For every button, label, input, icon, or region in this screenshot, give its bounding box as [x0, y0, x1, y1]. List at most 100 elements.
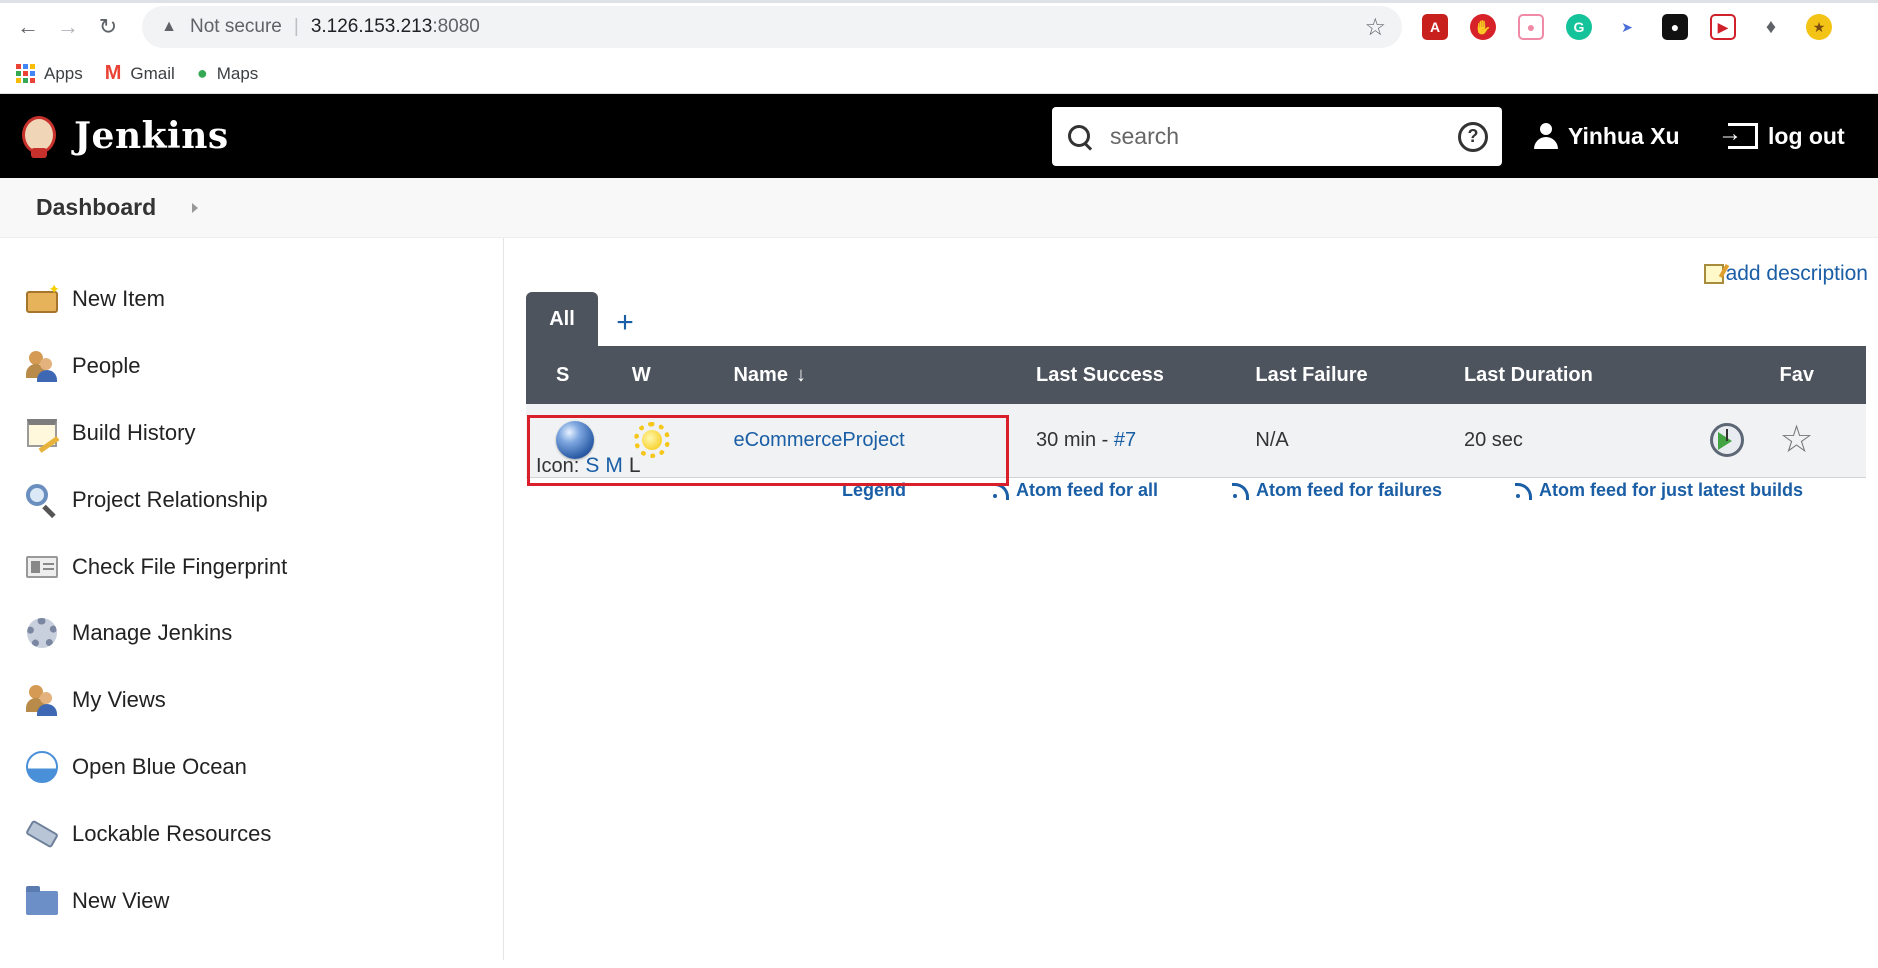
- logout-label: log out: [1768, 122, 1845, 149]
- gear-icon: [24, 615, 60, 651]
- adblock-icon[interactable]: ✋: [1470, 14, 1496, 40]
- user-name: Yinhua Xu: [1568, 122, 1680, 149]
- rss-icon: [992, 482, 1009, 500]
- fav-cell: ☆: [1780, 404, 1867, 477]
- side-panel: ✦ New Item People Build History Project …: [0, 238, 504, 960]
- col-header-name[interactable]: Name ↓: [733, 346, 1036, 404]
- maps-pin-icon: ●: [196, 63, 208, 83]
- fingerprint-card-icon: [24, 549, 60, 585]
- reload-icon[interactable]: ↻: [88, 7, 128, 47]
- profile-avatar-icon[interactable]: ★: [1806, 14, 1832, 40]
- extension-dark-icon[interactable]: ●: [1662, 14, 1688, 40]
- col-header-last-success[interactable]: Last Success: [1036, 346, 1255, 404]
- logout-link[interactable]: log out: [1718, 94, 1845, 178]
- jenkins-home-link[interactable]: Jenkins: [18, 110, 229, 162]
- people-icon: [24, 682, 60, 718]
- icon-size-medium[interactable]: M: [605, 454, 623, 478]
- breadcrumb: Dashboard: [0, 178, 1878, 238]
- atom-feed-all-link[interactable]: Atom feed for all: [992, 480, 1158, 501]
- apps-grid-icon: [16, 64, 35, 83]
- weather-cell: [632, 404, 734, 477]
- blue-ocean-icon: [24, 749, 60, 785]
- grammarly-icon[interactable]: G: [1566, 14, 1592, 40]
- col-header-fav[interactable]: Fav: [1780, 346, 1867, 404]
- sidebar-item-label: Project Relationship: [72, 486, 268, 512]
- extension-pink-icon[interactable]: ●: [1518, 14, 1544, 40]
- last-duration-cell: 20 sec: [1463, 428, 1523, 451]
- build-link-7[interactable]: #7: [1114, 429, 1136, 451]
- col-header-name-label: Name: [733, 363, 788, 386]
- magnifier-icon: [24, 482, 60, 518]
- run-cell: [1700, 404, 1780, 477]
- jenkins-butler-logo-icon: [18, 110, 60, 162]
- jenkins-header: Jenkins ? Yinhua Xu log out: [0, 94, 1878, 178]
- bookmark-star-icon[interactable]: ☆: [1364, 13, 1386, 42]
- add-view-tab[interactable]: +: [610, 300, 640, 346]
- sidebar-item-new-item[interactable]: ✦ New Item: [0, 266, 503, 333]
- user-link[interactable]: Yinhua Xu: [1534, 94, 1680, 178]
- rss-icon: [1232, 482, 1249, 500]
- bookmark-maps[interactable]: ● Maps: [197, 63, 258, 84]
- jenkins-wordmark: Jenkins: [74, 115, 229, 157]
- browser-toolbar: ← → ↻ ▲ Not secure | 3.126.153.213:8080 …: [0, 0, 1878, 54]
- atom-feed-latest-link[interactable]: Atom feed for just latest builds: [1515, 480, 1803, 501]
- breadcrumb-chevron-icon[interactable]: [192, 202, 199, 213]
- folder-icon: [24, 883, 60, 919]
- tab-all[interactable]: All: [526, 292, 598, 346]
- last-success-separator: -: [1101, 428, 1109, 451]
- address-bar[interactable]: ▲ Not secure | 3.126.153.213:8080 ☆: [142, 6, 1402, 48]
- extension-red-icon[interactable]: ▶: [1710, 14, 1736, 40]
- sidebar-item-project-relationship[interactable]: Project Relationship: [0, 466, 503, 533]
- back-arrow-icon[interactable]: ←: [8, 7, 48, 47]
- logout-icon: [1718, 120, 1758, 149]
- sidebar-item-check-file-fingerprint[interactable]: Check File Fingerprint: [0, 533, 503, 600]
- sidebar-item-build-history[interactable]: Build History: [0, 400, 503, 467]
- user-icon: [1534, 123, 1558, 149]
- projects-table: S W Name ↓ Last Success Last Failure Last…: [526, 346, 1866, 478]
- search-box: ?: [1052, 107, 1502, 166]
- sidebar-item-label: Manage Jenkins: [72, 620, 233, 646]
- url-port: :8080: [432, 16, 480, 37]
- icon-size-small[interactable]: S: [585, 454, 599, 478]
- sidebar-item-open-blue-ocean[interactable]: Open Blue Ocean: [0, 734, 503, 801]
- legend-link[interactable]: Legend: [842, 480, 906, 501]
- help-icon[interactable]: ?: [1458, 121, 1488, 152]
- forward-arrow-icon[interactable]: →: [48, 7, 88, 47]
- col-header-status[interactable]: S: [526, 346, 632, 404]
- sidebar-item-people[interactable]: People: [0, 333, 503, 400]
- extension-bird-icon[interactable]: ➤: [1614, 14, 1640, 40]
- col-header-run: [1700, 346, 1780, 404]
- atom-feed-failures-link[interactable]: Atom feed for failures: [1232, 480, 1442, 501]
- security-label[interactable]: Not secure: [190, 16, 282, 38]
- table-header-row: S W Name ↓ Last Success Last Failure Last…: [526, 346, 1866, 404]
- col-header-last-duration[interactable]: Last Duration: [1464, 346, 1700, 404]
- sidebar-item-manage-jenkins[interactable]: Manage Jenkins: [0, 600, 503, 667]
- acrobat-icon[interactable]: A: [1422, 14, 1448, 40]
- atom-feed-failures-label: Atom feed for failures: [1256, 480, 1443, 500]
- extensions-bar: A ✋ ● G ➤ ● ▶ ♦ ★: [1422, 14, 1832, 40]
- col-header-weather[interactable]: W: [632, 346, 734, 404]
- sidebar-item-my-views[interactable]: My Views: [0, 667, 503, 734]
- sidebar-item-lockable-resources[interactable]: Lockable Resources: [0, 800, 503, 867]
- favorite-star-icon[interactable]: ☆: [1780, 419, 1814, 461]
- add-description-link[interactable]: add description: [1703, 262, 1868, 286]
- sort-arrow-icon: ↓: [795, 363, 806, 386]
- breadcrumb-dashboard[interactable]: Dashboard: [36, 194, 156, 221]
- sidebar-item-label: New Item: [72, 286, 165, 312]
- bookmark-apps[interactable]: Apps: [16, 64, 83, 84]
- people-icon: [24, 348, 60, 384]
- url-host: 3.126.153.213: [310, 16, 433, 37]
- build-history-icon: [24, 415, 60, 453]
- search-input[interactable]: [1110, 123, 1440, 150]
- sidebar-item-label: Check File Fingerprint: [72, 553, 288, 579]
- sidebar-item-new-view[interactable]: New View: [0, 867, 503, 934]
- job-link-ecommerceproject[interactable]: eCommerceProject: [733, 429, 904, 451]
- col-header-last-failure[interactable]: Last Failure: [1255, 346, 1464, 404]
- warning-triangle-icon[interactable]: ▲: [158, 18, 180, 36]
- puzzle-icon[interactable]: ♦: [1758, 14, 1784, 40]
- bookmark-gmail[interactable]: M Gmail: [105, 62, 175, 85]
- usb-drive-icon: [24, 816, 60, 852]
- search-icon: [1066, 123, 1094, 151]
- last-success-time: 30 min: [1036, 428, 1097, 451]
- schedule-build-icon[interactable]: [1709, 423, 1744, 458]
